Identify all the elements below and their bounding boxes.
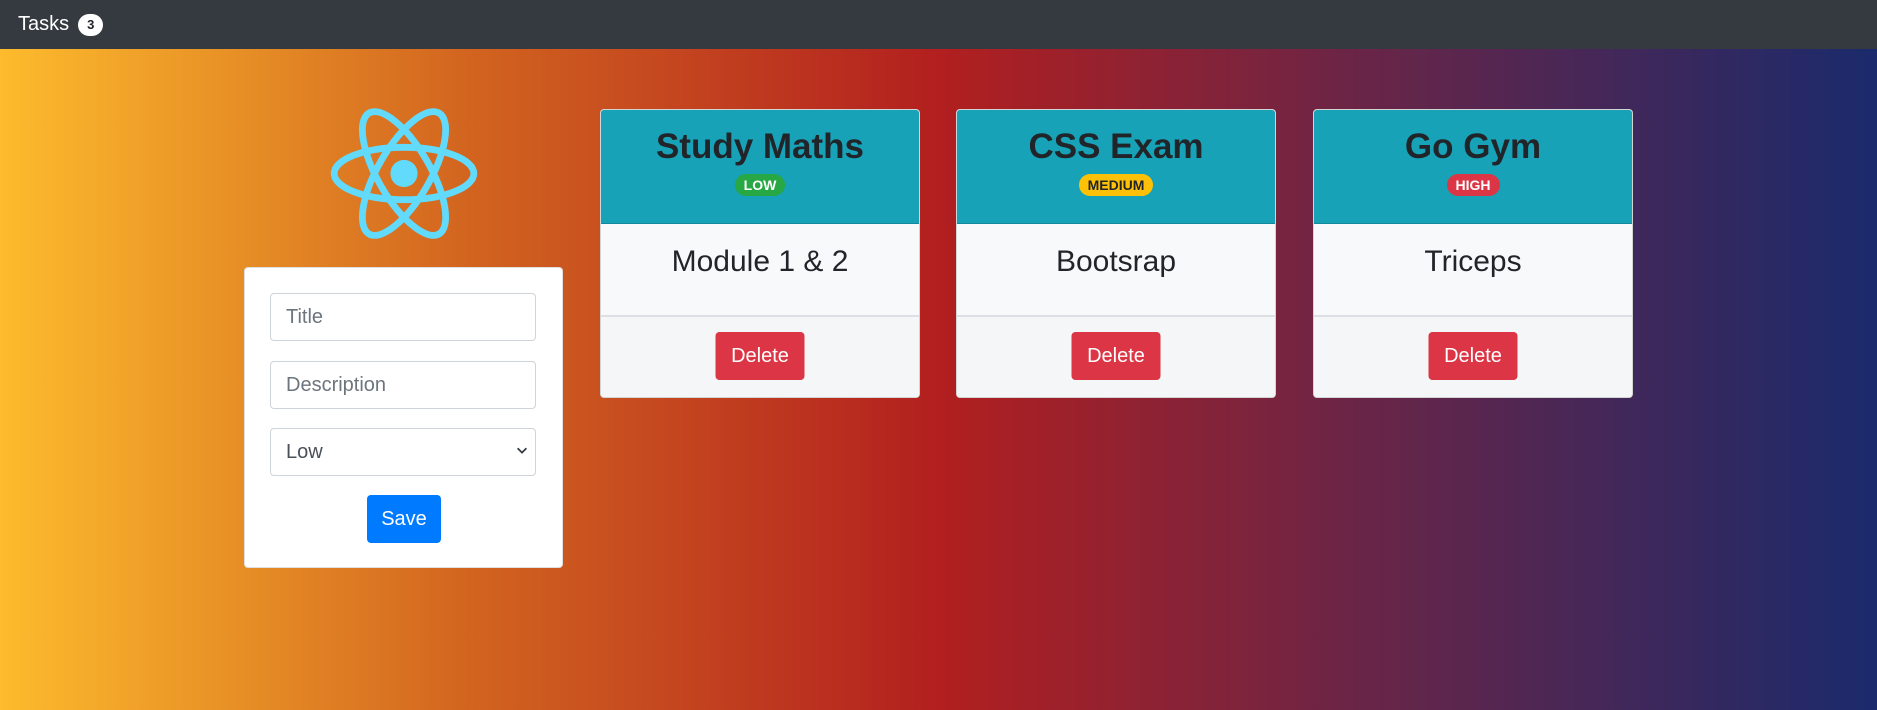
delete-button[interactable]: Delete xyxy=(715,332,805,380)
task-description: Triceps xyxy=(1424,245,1522,278)
chevron-down-icon xyxy=(517,447,527,454)
task-description: Module 1 & 2 xyxy=(671,245,849,278)
delete-button[interactable]: Delete xyxy=(1428,332,1518,380)
task-card: Study Maths LOW Module 1 & 2 Delete xyxy=(600,109,920,398)
task-card-header: Study Maths LOW xyxy=(601,110,919,224)
task-card-footer: Delete xyxy=(1314,317,1632,397)
navbar: Tasks 3 xyxy=(0,0,1877,49)
priority-badge: LOW xyxy=(734,174,786,196)
delete-button[interactable]: Delete xyxy=(1071,332,1161,380)
priority-badge: MEDIUM xyxy=(1078,174,1154,196)
save-button[interactable]: Save xyxy=(367,495,441,543)
priority-select-value: Low xyxy=(286,440,323,463)
navbar-brand[interactable]: Tasks 3 xyxy=(18,13,104,36)
task-title: Go Gym xyxy=(1404,127,1542,166)
priority-select[interactable]: Low xyxy=(270,428,536,476)
task-form: Low Save xyxy=(244,267,563,568)
react-atom-icon xyxy=(330,108,478,239)
task-title: Study Maths xyxy=(655,127,865,166)
brand-label: Tasks xyxy=(18,13,70,35)
task-count-badge: 3 xyxy=(78,13,104,36)
task-title: CSS Exam xyxy=(1028,127,1204,166)
priority-badge: HIGH xyxy=(1446,174,1500,196)
title-input[interactable] xyxy=(270,293,536,341)
task-card: Go Gym HIGH Triceps Delete xyxy=(1313,109,1633,398)
task-card-body: Module 1 & 2 xyxy=(601,224,919,317)
task-card-footer: Delete xyxy=(957,317,1275,397)
description-input[interactable] xyxy=(270,361,536,409)
task-card-header: CSS Exam MEDIUM xyxy=(957,110,1275,224)
task-card: CSS Exam MEDIUM Bootsrap Delete xyxy=(956,109,1276,398)
task-card-footer: Delete xyxy=(601,317,919,397)
task-card-body: Triceps xyxy=(1314,224,1632,317)
task-card-header: Go Gym HIGH xyxy=(1314,110,1632,224)
task-description: Bootsrap xyxy=(1055,245,1177,278)
task-card-body: Bootsrap xyxy=(957,224,1275,317)
